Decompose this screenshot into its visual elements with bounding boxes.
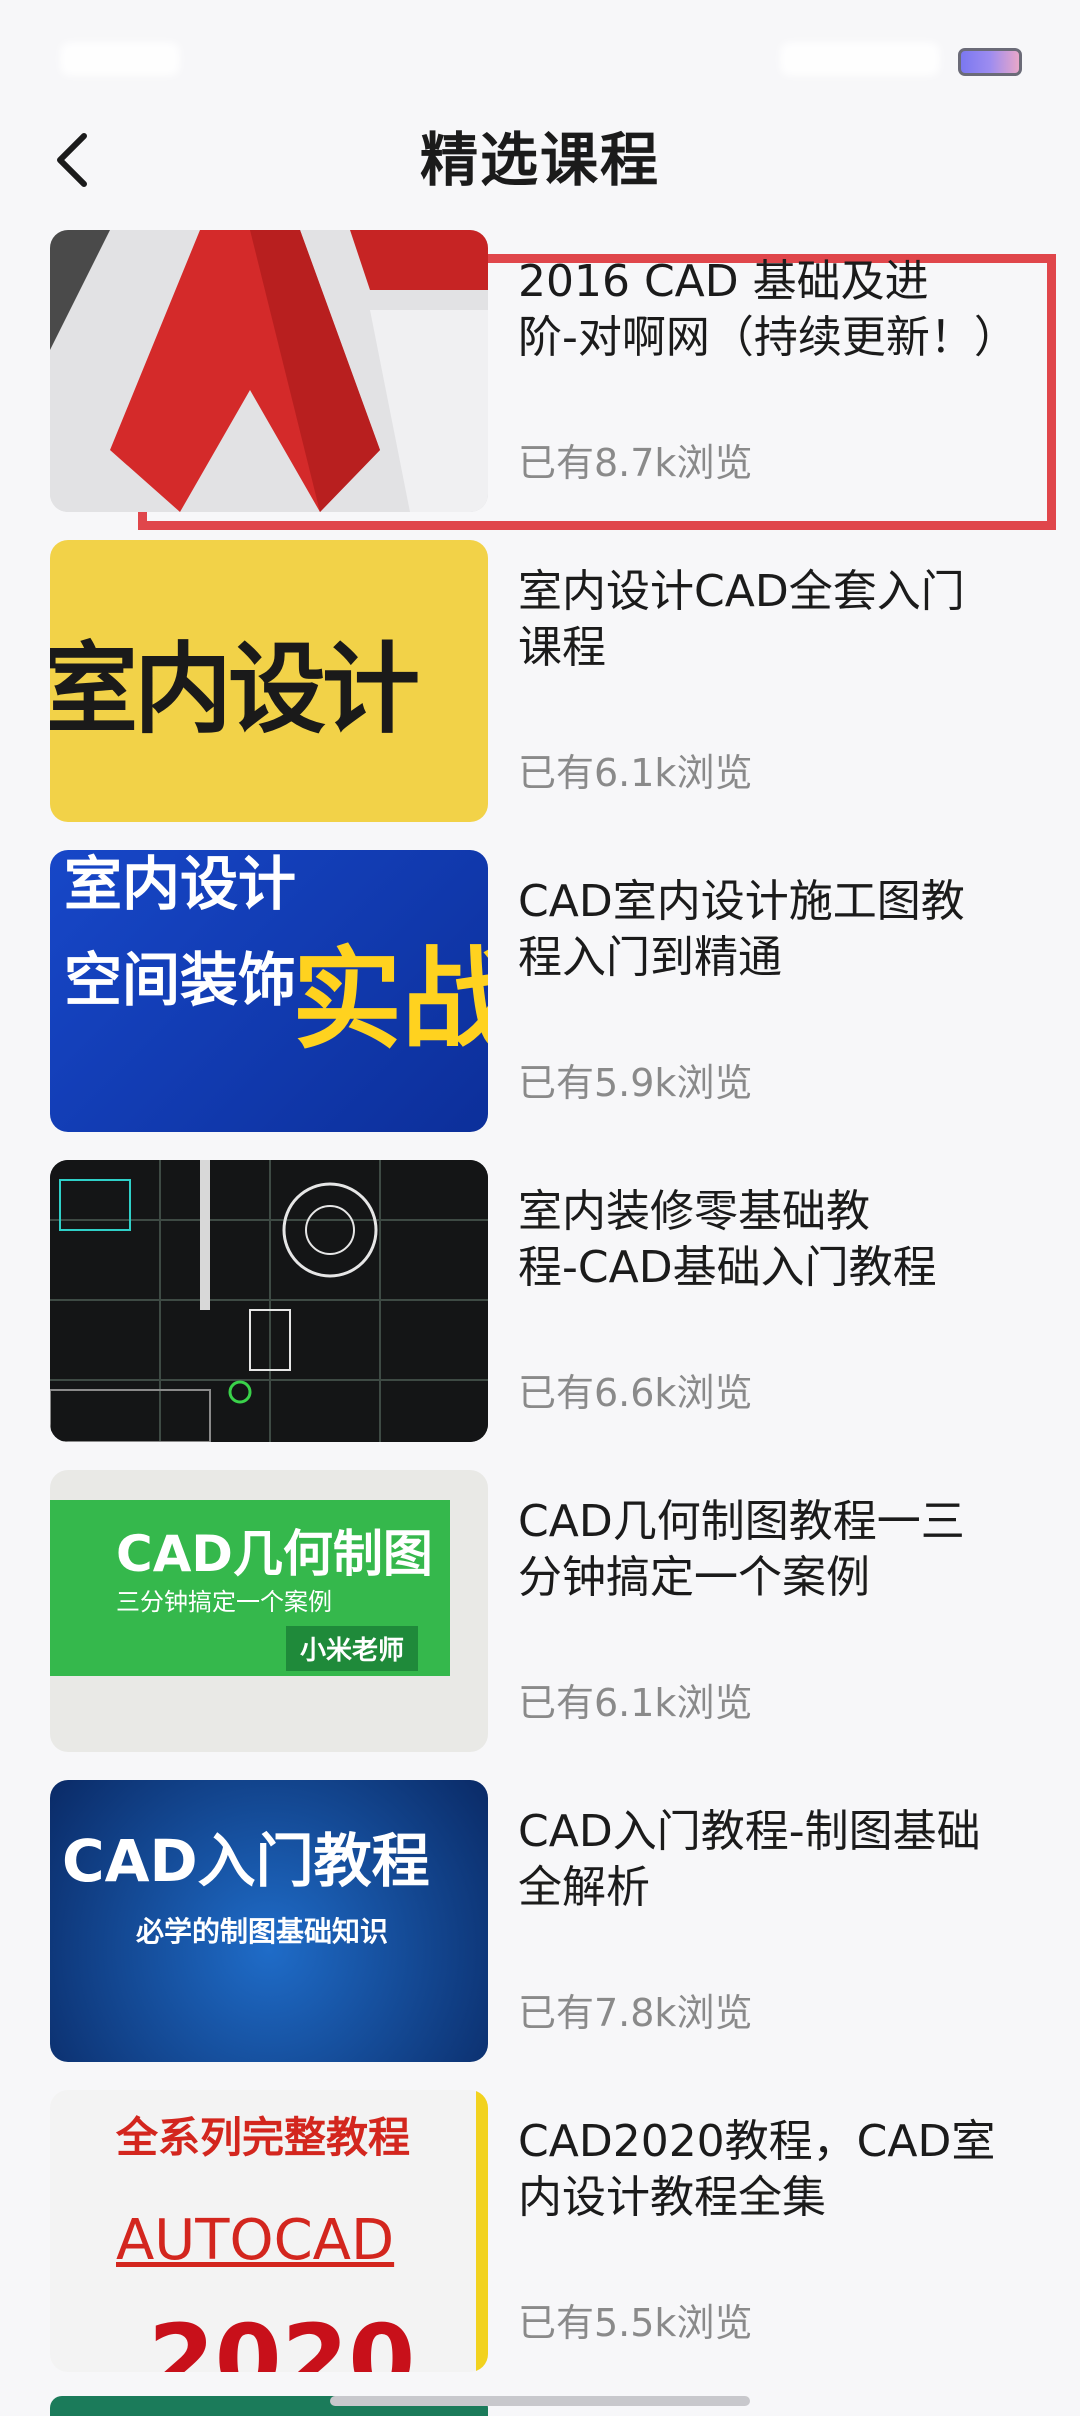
page-title: 精选课程 bbox=[419, 126, 660, 194]
course-title: 室内装修零基础教 程-CAD基础入门教程 bbox=[518, 1186, 937, 1293]
course-views: 已有8.7k浏览 bbox=[518, 441, 753, 485]
course-title: CAD2020教程，CAD室 内设计教程全集 bbox=[518, 2116, 996, 2223]
home-indicator[interactable] bbox=[330, 2396, 750, 2406]
course-info: CAD室内设计施工图教 程入门到精通 bbox=[518, 874, 1078, 986]
thumbnail-text: 全系列完整教程 bbox=[116, 2113, 411, 2162]
status-icons bbox=[780, 42, 940, 76]
thumbnail-edge bbox=[476, 2090, 488, 2372]
thumbnail-text: CAD入门教程 bbox=[62, 1827, 430, 1895]
course-thumbnail: 全系列完整教程 AUTOCAD 2020 bbox=[50, 2090, 488, 2372]
course-thumbnail: 室内设计 空间装饰 实战 bbox=[50, 850, 488, 1132]
course-info: 室内装修零基础教 程-CAD基础入门教程 bbox=[518, 1184, 1078, 1296]
course-item[interactable]: CAD几何制图 三分钟搞定一个案例 小米老师 CAD几何制图教程一三 分钟搞定一… bbox=[50, 1466, 1030, 1752]
course-views: 已有6.6k浏览 bbox=[518, 1371, 753, 1415]
course-thumbnail bbox=[50, 1160, 488, 1442]
course-info: CAD2020教程，CAD室 内设计教程全集 bbox=[518, 2114, 1078, 2226]
course-title: 2016 CAD 基础及进 阶-对啊网（持续更新！） bbox=[518, 256, 1018, 363]
course-item[interactable]: 全系列完整教程 AUTOCAD 2020 CAD2020教程，CAD室 内设计教… bbox=[50, 2086, 1030, 2372]
battery-icon bbox=[958, 48, 1022, 76]
thumbnail-year: 2020 bbox=[148, 2304, 416, 2372]
course-item[interactable]: 室内设计 室内设计CAD全套入门 课程 已有6.1k浏览 bbox=[50, 536, 1030, 822]
course-info: CAD几何制图教程一三 分钟搞定一个案例 bbox=[518, 1494, 1078, 1606]
status-time bbox=[60, 42, 180, 76]
course-views: 已有6.1k浏览 bbox=[518, 1681, 753, 1725]
course-item[interactable]: 室内装修零基础教 程-CAD基础入门教程 已有6.6k浏览 bbox=[50, 1156, 1030, 1442]
course-thumbnail: CAD入门教程 必学的制图基础知识 bbox=[50, 1780, 488, 2062]
thumbnail-text-highlight: 实战 bbox=[292, 936, 488, 1064]
course-thumbnail bbox=[50, 230, 488, 512]
thumbnail-subtext: AUTOCAD bbox=[116, 2208, 395, 2273]
thumbnail-text: CAD几何制图 bbox=[116, 1525, 433, 1583]
status-bar bbox=[0, 0, 1080, 120]
course-views: 已有6.1k浏览 bbox=[518, 751, 753, 795]
thumbnail-text: 室内设计 bbox=[50, 633, 420, 747]
course-views: 已有5.9k浏览 bbox=[518, 1061, 753, 1105]
course-title: CAD室内设计施工图教 程入门到精通 bbox=[518, 876, 965, 983]
course-info: 室内设计CAD全套入门 课程 bbox=[518, 564, 1078, 676]
course-info: CAD入门教程-制图基础 全解析 bbox=[518, 1804, 1078, 1916]
top-app-bar: 精选课程 bbox=[0, 110, 1080, 220]
course-views: 已有5.5k浏览 bbox=[518, 2301, 753, 2345]
course-thumbnail: 室内设计 bbox=[50, 540, 488, 822]
thumbnail-tag: 小米老师 bbox=[286, 1626, 419, 1671]
course-thumbnail: CAD几何制图 三分钟搞定一个案例 小米老师 bbox=[50, 1470, 488, 1752]
thumbnail-subtext: 必学的制图基础知识 bbox=[136, 1915, 389, 1948]
course-info: 2016 CAD 基础及进 阶-对啊网（持续更新！） bbox=[518, 254, 1078, 366]
thumbnail-text: 室内设计 空间装饰 bbox=[64, 850, 297, 1014]
thumbnail-subtext: 三分钟搞定一个案例 bbox=[116, 1588, 332, 1616]
course-item[interactable]: 室内设计 空间装饰 实战 CAD室内设计施工图教 程入门到精通 已有5.9k浏览 bbox=[50, 846, 1030, 1132]
course-title: 室内设计CAD全套入门 课程 bbox=[518, 566, 965, 673]
course-title: CAD几何制图教程一三 分钟搞定一个案例 bbox=[518, 1496, 965, 1603]
course-item[interactable]: 2016 CAD 基础及进 阶-对啊网（持续更新！） 已有8.7k浏览 bbox=[50, 226, 1030, 512]
course-views: 已有7.8k浏览 bbox=[518, 1991, 753, 2035]
course-title: CAD入门教程-制图基础 全解析 bbox=[518, 1806, 981, 1913]
course-item[interactable]: CAD入门教程 必学的制图基础知识 CAD入门教程-制图基础 全解析 已有7.8… bbox=[50, 1776, 1030, 2062]
